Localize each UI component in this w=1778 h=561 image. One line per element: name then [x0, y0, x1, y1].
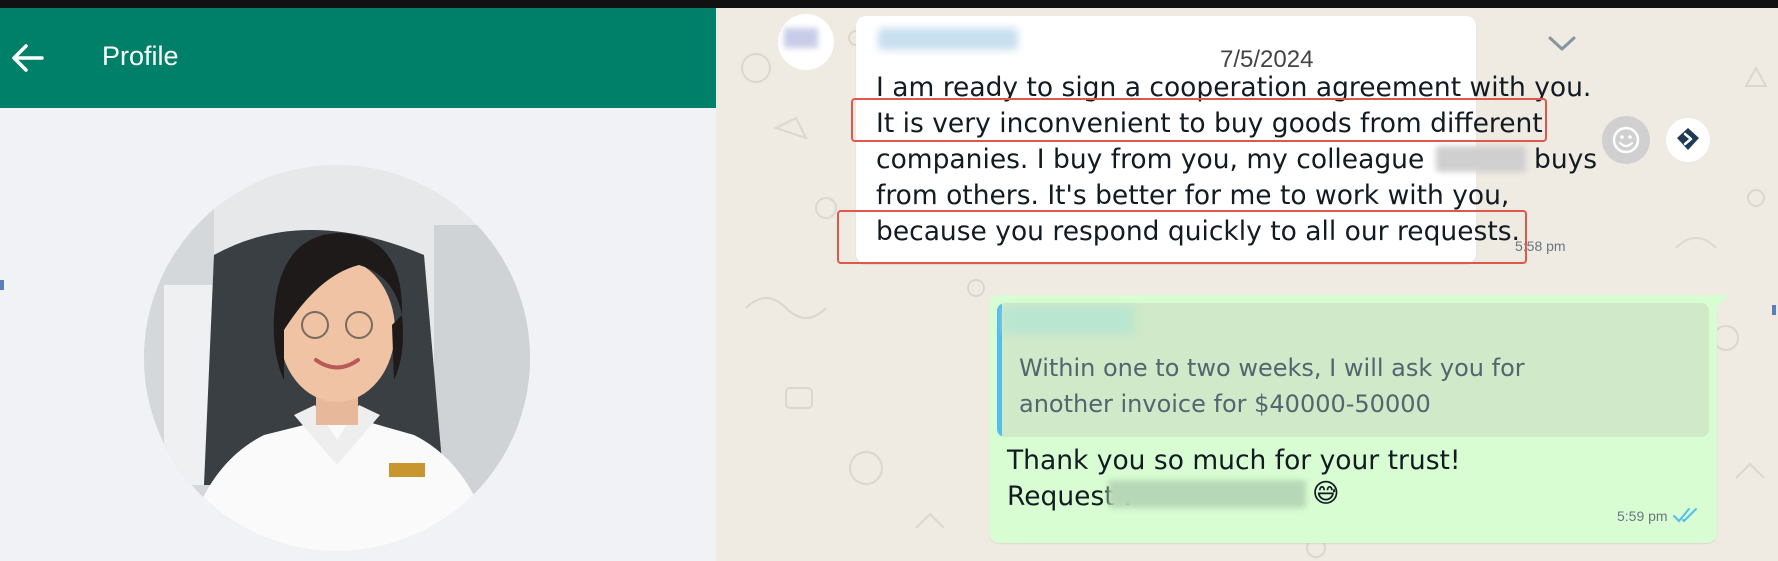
quoted-sender-redacted — [1004, 306, 1134, 334]
resize-handle[interactable] — [1772, 305, 1776, 315]
message-line: companies. I buy from you, my colleague — [876, 144, 1425, 175]
profile-header: Profile — [0, 8, 716, 108]
message-line: from others. It's better for me to work … — [876, 180, 1510, 211]
sender-avatar[interactable] — [778, 14, 834, 70]
redacted-name — [1436, 146, 1526, 172]
resize-handle[interactable] — [0, 280, 4, 290]
date-label: 7/5/2024 — [1220, 46, 1314, 73]
emoji-grin-sweat: 😅 — [1312, 478, 1340, 509]
redacted-text — [1108, 480, 1306, 508]
back-arrow-icon[interactable] — [8, 38, 48, 78]
profile-avatar — [144, 165, 530, 551]
message-line: Thank you so much for your trust! — [1007, 445, 1461, 476]
sender-name-redacted — [878, 28, 1018, 50]
profile-title: Profile — [102, 41, 179, 71]
chevron-down-icon[interactable] — [1546, 34, 1578, 54]
forward-icon — [1677, 128, 1699, 150]
highlight-annotation — [851, 98, 1547, 142]
react-button[interactable] — [1602, 116, 1650, 164]
window-top-border — [0, 0, 1778, 8]
profile-panel: Profile — [0, 8, 716, 561]
emoji-icon — [1612, 126, 1640, 154]
quoted-text-line: another invoice for $40000-50000 — [1019, 390, 1431, 418]
message-time: 5:59 pm — [1617, 508, 1668, 524]
quoted-text-line: Within one to two weeks, I will ask you … — [1019, 354, 1525, 382]
message-line: buys — [1534, 144, 1598, 175]
double-check-icon — [1673, 508, 1697, 523]
quote-accent-bar — [997, 303, 1002, 437]
forward-button[interactable] — [1666, 118, 1710, 162]
highlight-annotation — [837, 210, 1527, 264]
